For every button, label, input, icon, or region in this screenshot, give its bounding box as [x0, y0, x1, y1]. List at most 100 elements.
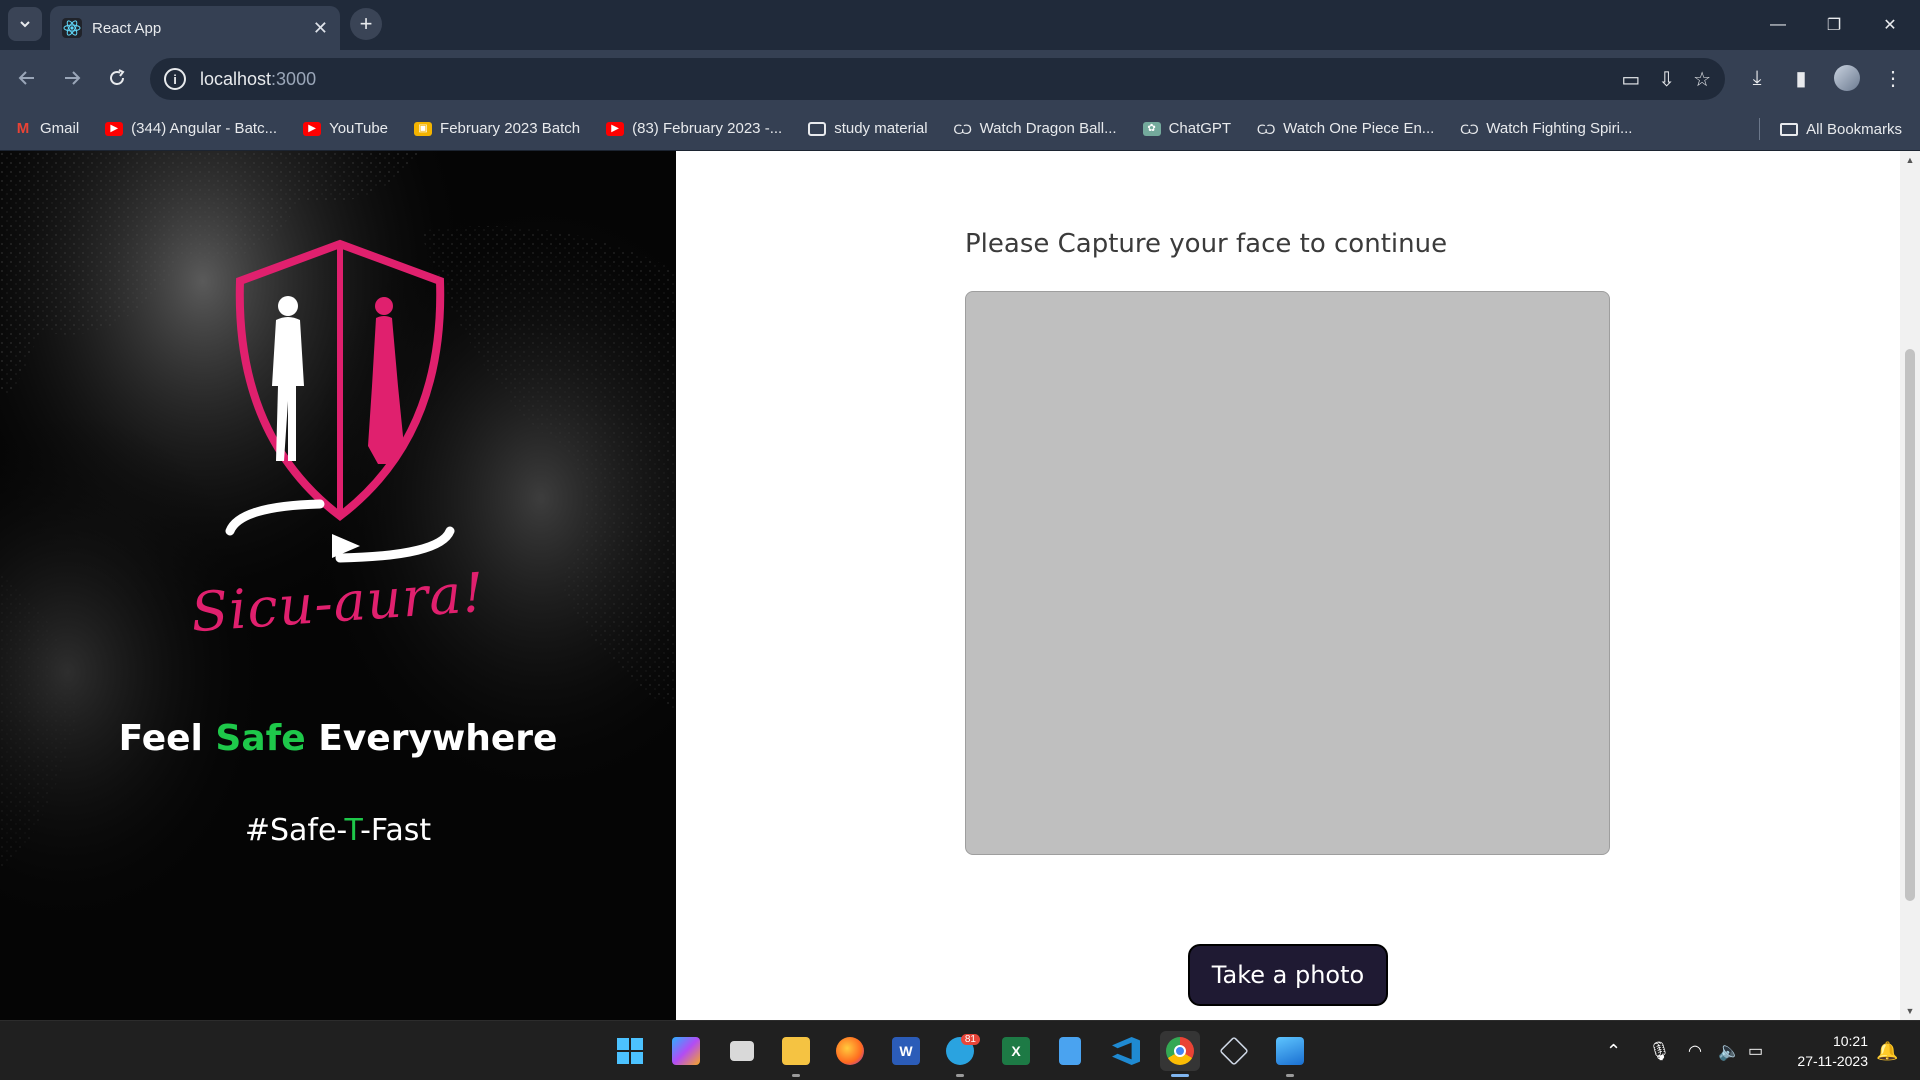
bookmark-item[interactable]: study material: [808, 120, 928, 137]
bookmarks-bar: M Gmail ▶ (344) Angular - Batc... ▶ YouTube…: [0, 107, 1920, 151]
forward-button[interactable]: [55, 61, 89, 95]
vscode-icon: [1112, 1037, 1140, 1065]
bookmark-separator: [1759, 118, 1761, 140]
shield-logo: [225, 239, 455, 563]
copilot-app[interactable]: [666, 1031, 706, 1071]
notepad-app[interactable]: [1050, 1031, 1090, 1071]
show-hidden-icons[interactable]: ⌃: [1606, 1021, 1621, 1080]
notification-bell-icon[interactable]: 🔔: [1876, 1021, 1898, 1080]
address-bar[interactable]: i localhost:3000 ▭ ⇩ ☆: [150, 58, 1725, 100]
browser-tab-bar: React App ✕ + — ❐ ✕: [0, 0, 1920, 50]
clock-time: 10:21: [1832, 1033, 1868, 1049]
bookmark-item[interactable]: ▶ (344) Angular - Batc...: [105, 120, 277, 137]
classroom-icon: ▣: [414, 121, 433, 136]
restore-button[interactable]: ❐: [1806, 0, 1862, 50]
reload-button[interactable]: [100, 61, 134, 95]
camera-in-use-icon[interactable]: ▭: [1621, 67, 1640, 92]
bookmark-item[interactable]: M Gmail: [14, 120, 79, 137]
youtube-icon: ▶: [606, 121, 625, 136]
folder-icon: [782, 1037, 810, 1065]
page-viewport: Sicu-aura! Feel Safe Everywhere #Safe-T-…: [0, 151, 1920, 1020]
cube-icon: [1219, 1036, 1249, 1066]
gmail-icon: M: [16, 120, 30, 137]
bookmark-item[interactable]: ▶ (83) February 2023 -...: [606, 120, 782, 137]
word-icon: W: [892, 1037, 920, 1065]
react-icon: [62, 18, 82, 38]
telegram-badge: 81: [960, 1034, 980, 1045]
chrome-app[interactable]: [1160, 1031, 1200, 1077]
volume-icon[interactable]: 🔈: [1718, 1021, 1740, 1080]
vscode-app[interactable]: [1106, 1031, 1146, 1071]
bookmark-item[interactable]: ✿ ChatGPT: [1142, 120, 1231, 137]
anime-icon: Ѡ: [953, 120, 972, 137]
bookmark-star-icon[interactable]: ☆: [1693, 67, 1711, 92]
tab-search-button[interactable]: [8, 7, 42, 41]
url-host: localhost: [200, 68, 272, 89]
start-button[interactable]: [610, 1031, 650, 1071]
bookmark-item[interactable]: Ѡ Watch One Piece En...: [1256, 120, 1435, 137]
bookmark-item[interactable]: ▣ February 2023 Batch: [414, 120, 580, 137]
task-view-app[interactable]: [722, 1031, 762, 1071]
bookmark-item[interactable]: Ѡ Watch Dragon Ball...: [953, 120, 1116, 137]
photos-icon: [1276, 1037, 1304, 1065]
tab-title: React App: [92, 19, 162, 37]
arrow-left-icon: [18, 71, 34, 85]
running-indicator: [1171, 1074, 1189, 1077]
browser-tab[interactable]: React App ✕: [50, 6, 340, 50]
microphone-icon[interactable]: 🎙: [1648, 1021, 1671, 1080]
task-view-icon: [730, 1041, 754, 1061]
youtube-icon: ▶: [105, 121, 124, 136]
all-bookmarks-button[interactable]: All Bookmarks: [1753, 107, 1902, 151]
reload-icon: [110, 69, 125, 85]
chevron-down-icon: [20, 21, 30, 28]
clock-date: 27-11-2023: [1797, 1053, 1868, 1069]
anime-icon: Ѡ: [1459, 120, 1479, 137]
copilot-icon: [672, 1037, 700, 1065]
running-indicator: [792, 1074, 800, 1077]
chrome-icon: [1166, 1037, 1194, 1065]
telegram-app[interactable]: 81: [940, 1031, 980, 1077]
firefox-app[interactable]: [830, 1031, 870, 1071]
close-window-button[interactable]: ✕: [1862, 0, 1918, 50]
system-clock[interactable]: 10:21 27-11-2023: [1797, 1031, 1868, 1071]
scroll-down-icon[interactable]: ▼: [1904, 1006, 1916, 1016]
brand-panel: Sicu-aura! Feel Safe Everywhere #Safe-T-…: [0, 151, 676, 1020]
folder-icon: [1780, 122, 1799, 136]
minimize-button[interactable]: —: [1750, 0, 1806, 50]
taskbar: W 81 X ⌃ 🎙 ◠ 🔈 ▭ 10:21 27-11-2023 🔔: [0, 1020, 1920, 1080]
virtualbox-app[interactable]: [1214, 1031, 1254, 1071]
downloads-icon[interactable]: ⤓: [1740, 61, 1774, 95]
file-explorer-app[interactable]: [776, 1031, 816, 1077]
camera-preview: [965, 291, 1610, 855]
page-scrollbar[interactable]: ▲ ▼: [1900, 151, 1920, 1020]
bookmark-item[interactable]: ▶ YouTube: [303, 120, 388, 137]
running-indicator: [956, 1074, 964, 1077]
excel-app[interactable]: X: [996, 1031, 1036, 1071]
side-panel-icon[interactable]: ▮: [1784, 61, 1818, 95]
anime-icon: Ѡ: [1256, 120, 1276, 137]
scroll-thumb[interactable]: [1905, 349, 1915, 901]
word-app[interactable]: W: [886, 1031, 926, 1071]
close-tab-icon[interactable]: ✕: [313, 18, 328, 39]
new-tab-button[interactable]: +: [350, 8, 382, 40]
back-button[interactable]: [10, 61, 44, 95]
take-photo-button[interactable]: Take a photo: [1188, 944, 1388, 1006]
firefox-icon: [836, 1037, 864, 1065]
profile-avatar[interactable]: [1834, 65, 1860, 91]
capture-prompt: Please Capture your face to continue: [965, 229, 1448, 259]
bookmark-item[interactable]: Ѡ Watch Fighting Spiri...: [1459, 120, 1633, 137]
youtube-icon: ▶: [303, 121, 322, 136]
chatgpt-icon: ✿: [1142, 121, 1161, 136]
folder-icon: [808, 121, 827, 136]
battery-icon[interactable]: ▭: [1748, 1021, 1763, 1080]
windows-icon: [617, 1038, 643, 1064]
scroll-up-icon[interactable]: ▲: [1904, 155, 1916, 165]
tagline: Feel Safe Everywhere: [118, 718, 558, 759]
wifi-icon[interactable]: ◠: [1688, 1021, 1702, 1080]
photos-app[interactable]: [1270, 1031, 1310, 1077]
excel-icon: X: [1002, 1037, 1030, 1065]
install-app-icon[interactable]: ⇩: [1658, 67, 1675, 92]
site-info-icon[interactable]: i: [164, 68, 186, 90]
notepad-icon: [1059, 1037, 1081, 1065]
more-menu-icon[interactable]: ⋮: [1876, 61, 1910, 95]
